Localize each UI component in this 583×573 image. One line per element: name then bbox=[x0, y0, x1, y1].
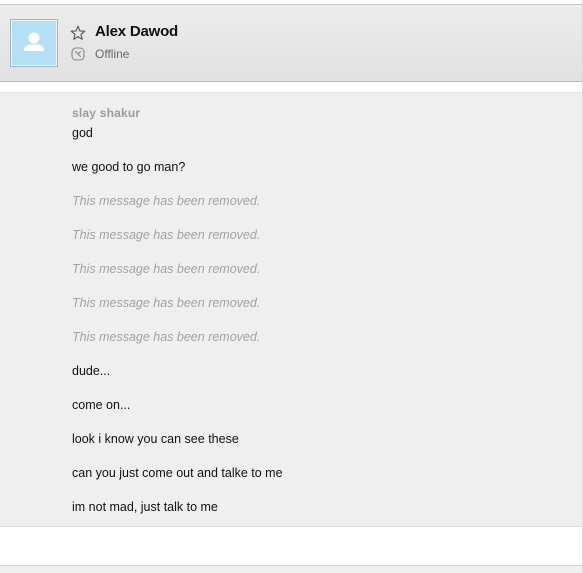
chat-message: can you just come out and talke to me bbox=[72, 466, 283, 480]
contact-header: Alex Dawod Offline bbox=[0, 5, 582, 82]
message-input-area[interactable] bbox=[0, 527, 582, 565]
removed-message: This message has been removed. bbox=[72, 262, 261, 276]
chat-message: look i know you can see these bbox=[72, 432, 239, 446]
conversation-history[interactable]: slay shakur god we good to go man? This me… bbox=[0, 92, 582, 527]
chat-message: dude... bbox=[72, 364, 111, 378]
offline-status-icon bbox=[71, 47, 85, 61]
contact-status: Offline bbox=[95, 47, 130, 61]
header-divider bbox=[0, 82, 582, 92]
removed-message: This message has been removed. bbox=[72, 330, 261, 344]
star-outline-icon[interactable] bbox=[70, 25, 86, 41]
chat-message: god bbox=[72, 126, 93, 140]
chat-window: Alex Dawod Offline slay shakur god we goo… bbox=[0, 0, 583, 573]
contact-name: Alex Dawod bbox=[95, 23, 179, 40]
removed-message: This message has been removed. bbox=[72, 194, 261, 208]
chat-message: come on... bbox=[72, 398, 131, 412]
chat-message: im not mad, just talk to me bbox=[72, 500, 218, 514]
contact-avatar[interactable] bbox=[10, 19, 58, 67]
removed-message: This message has been removed. bbox=[72, 228, 261, 242]
removed-message: This message has been removed. bbox=[72, 296, 261, 310]
default-avatar-icon bbox=[24, 32, 44, 51]
chat-message: we good to go man? bbox=[72, 160, 186, 174]
window-bottom-strip bbox=[0, 565, 582, 573]
sender-name: slay shakur bbox=[72, 106, 141, 120]
